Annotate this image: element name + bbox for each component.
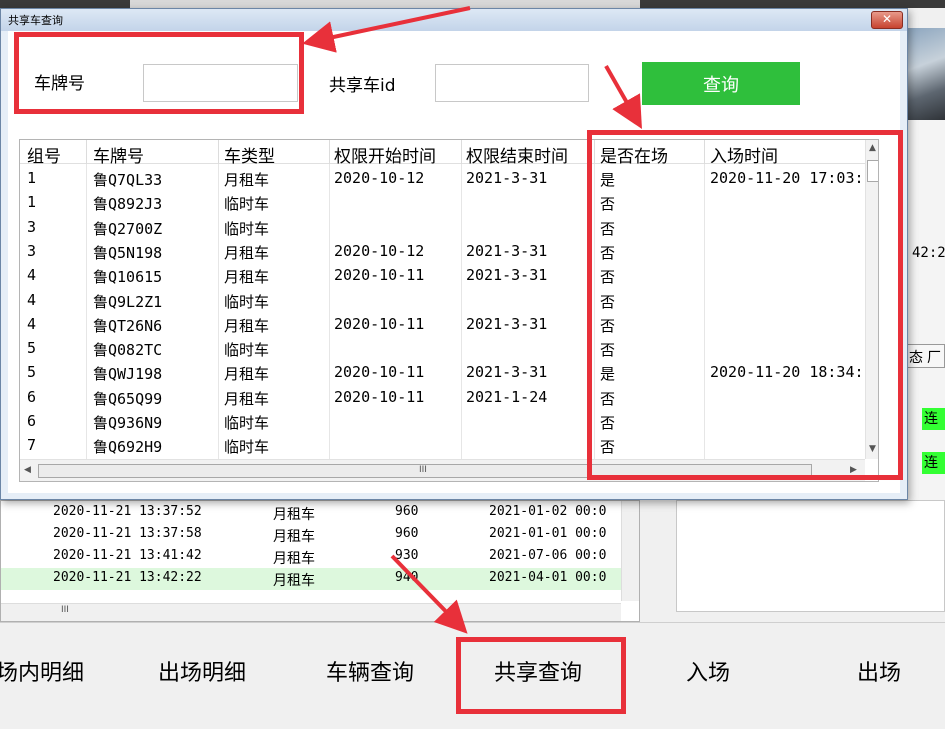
plate-cell: 鲁Q892J3 [93, 195, 163, 214]
detail-panel [676, 500, 945, 612]
camera-thumbnail-image [908, 28, 945, 120]
car-type-cell: 月租车 [224, 365, 270, 384]
scroll-left-icon[interactable]: ◀ [24, 465, 31, 475]
column-header-end-time[interactable]: 权限结束时间 [466, 142, 594, 167]
start-time-cell: 2020-10-11 [334, 363, 425, 382]
right-time-partial: 42:2 [912, 245, 945, 261]
plate-cell: 鲁Q65Q99 [93, 389, 163, 408]
group-cell: 4 [27, 266, 37, 285]
nav-exit-details[interactable]: 出场明细 [158, 655, 246, 687]
record-list: 2020-11-21 13:37:52 月租车 960 2021-01-02 0… [0, 500, 640, 622]
query-button[interactable]: 查询 [642, 62, 800, 105]
car-type-cell: 临时车 [224, 292, 270, 311]
column-header-plate[interactable]: 车牌号 [93, 142, 213, 167]
car-type-cell: 月租车 [224, 389, 270, 408]
car-type-cell: 临时车 [224, 438, 270, 457]
end-time-cell: 2021-3-31 [466, 314, 548, 333]
car-type-cell: 月租车 [224, 268, 270, 287]
nav-exit[interactable]: 出场 [857, 655, 901, 687]
start-time-cell: 2020-10-12 [334, 241, 425, 260]
annotation-box-in-lot-column [587, 130, 903, 480]
car-type-cell: 临时车 [224, 341, 270, 360]
end-time-cell: 2021-3-31 [466, 169, 548, 187]
connection-status-badge-1: 连 [922, 408, 945, 430]
close-icon: ✕ [881, 12, 893, 26]
list-item[interactable]: 2020-11-21 13:37:58 月租车 960 2021-01-01 0… [1, 524, 621, 546]
start-time-cell: 2020-10-11 [334, 266, 425, 285]
list-item-selected[interactable]: 2020-11-21 13:42:22 月租车 940 2021-04-01 0… [1, 568, 621, 590]
plate-cell: 鲁QWJ198 [93, 365, 163, 384]
right-tab-partial-2[interactable]: 厂 [925, 345, 943, 369]
close-button[interactable]: ✕ [871, 11, 903, 29]
list-vertical-scrollbar[interactable] [621, 501, 639, 601]
start-time-cell: 2020-10-11 [334, 314, 425, 333]
plate-cell: 鲁Q10615 [93, 268, 163, 287]
plate-cell: 鲁Q9L2Z1 [93, 292, 163, 311]
car-type-cell: 月租车 [224, 171, 270, 189]
share-id-input[interactable] [435, 64, 589, 102]
nav-vehicle-query[interactable]: 车辆查询 [326, 655, 414, 687]
car-type-cell: 月租车 [224, 243, 270, 262]
car-type-cell: 临时车 [224, 195, 270, 214]
group-cell: 3 [27, 241, 37, 260]
dialog-title: 共享车查询 [8, 14, 63, 27]
connection-status-badge-2: 连 [922, 452, 945, 474]
right-tab-strip[interactable]: 态厂 [906, 344, 945, 368]
group-cell: 1 [27, 193, 37, 212]
plate-cell: 鲁Q5N198 [93, 243, 163, 262]
end-time-cell: 2021-3-31 [466, 363, 548, 382]
plate-cell: 鲁Q936N9 [93, 414, 163, 432]
car-type-cell: 临时车 [224, 414, 270, 432]
end-time-cell: 2021-1-24 [466, 387, 548, 406]
car-type-cell: 临时车 [224, 219, 270, 238]
group-cell: 6 [27, 412, 37, 430]
plate-cell: 鲁Q082TC [93, 341, 163, 360]
plate-cell: 鲁Q2700Z [93, 219, 163, 238]
plate-cell: 鲁Q7QL33 [93, 171, 163, 189]
right-info-panel [908, 120, 945, 500]
list-horizontal-scrollbar[interactable]: III [1, 603, 621, 621]
background-top-strip [0, 0, 945, 8]
nav-in-lot-details[interactable]: 场内明细 [0, 655, 84, 687]
group-cell: 5 [27, 339, 37, 358]
dialog-titlebar[interactable]: 共享车查询 ✕ [1, 9, 907, 31]
end-time-cell: 2021-3-31 [466, 266, 548, 285]
list-item[interactable]: 2020-11-21 13:41:42 月租车 930 2021-07-06 0… [1, 546, 621, 568]
group-cell: 3 [27, 217, 37, 236]
car-type-cell: 月租车 [224, 316, 270, 335]
share-id-label: 共享车id [329, 76, 396, 96]
nav-entry[interactable]: 入场 [686, 655, 730, 687]
annotation-box-share-query [456, 637, 626, 714]
plate-cell: 鲁QT26N6 [93, 316, 163, 335]
start-time-cell: 2020-10-12 [334, 169, 425, 187]
group-cell: 5 [27, 363, 37, 382]
list-item[interactable]: 2020-11-21 13:37:52 月租车 960 2021-01-02 0… [1, 502, 621, 524]
group-cell: 7 [27, 436, 37, 455]
group-cell: 1 [27, 169, 37, 187]
column-header-group[interactable]: 组号 [27, 142, 82, 167]
start-time-cell: 2020-10-11 [334, 387, 425, 406]
scroll-grip: III [419, 465, 427, 475]
column-header-start-time[interactable]: 权限开始时间 [334, 142, 462, 167]
group-cell: 6 [27, 387, 37, 406]
annotation-box-plate [14, 32, 304, 114]
group-cell: 4 [27, 290, 37, 309]
column-header-car-type[interactable]: 车类型 [224, 142, 329, 167]
right-tab-partial-1[interactable]: 态 [907, 345, 925, 369]
plate-cell: 鲁Q692H9 [93, 438, 163, 457]
end-time-cell: 2021-3-31 [466, 241, 548, 260]
scroll-grip: III [61, 605, 69, 615]
group-cell: 4 [27, 314, 37, 333]
